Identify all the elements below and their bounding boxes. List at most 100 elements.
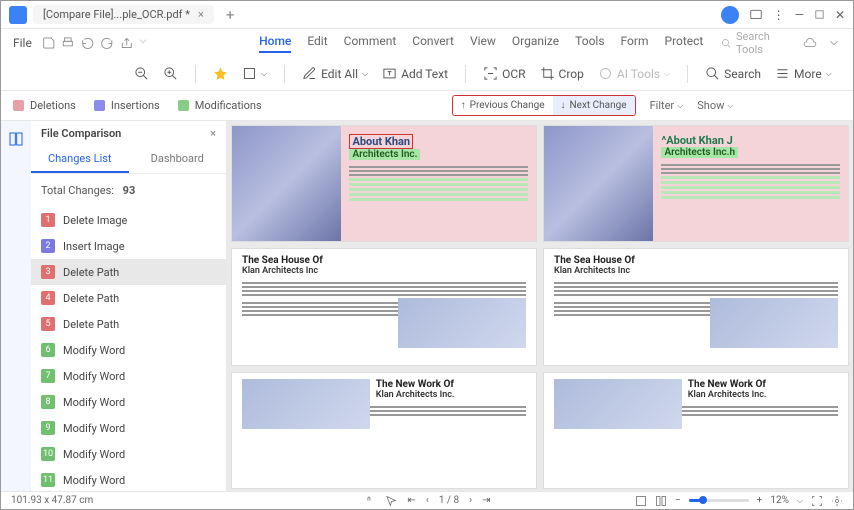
change-number: 11 xyxy=(41,473,55,487)
crop-button[interactable]: Crop xyxy=(537,63,587,84)
collapse-icon[interactable] xyxy=(827,36,841,50)
file-menu[interactable]: File xyxy=(13,36,32,50)
change-row[interactable]: 4 Delete Path xyxy=(31,285,226,311)
next-change-button[interactable]: ↓Next Change xyxy=(553,96,635,115)
view-mode-icon[interactable] xyxy=(635,495,647,507)
document-tab-label: [Compare File]...ple_OCR.pdf * xyxy=(43,8,190,21)
search-icon xyxy=(721,38,732,49)
add-text-button[interactable]: Add Text xyxy=(379,63,451,84)
previous-change-button[interactable]: ↑Previous Change xyxy=(453,96,553,115)
compare-icon[interactable] xyxy=(8,131,24,147)
page-left-3[interactable]: The New Work Of Klan Architects Inc. xyxy=(231,372,537,489)
change-number: 8 xyxy=(41,395,55,409)
statusbar: 101.93 x 47.87 cm ⇤ ‹ 1 / 8 › ⇥ − + 12%⌵ xyxy=(1,491,853,509)
highlight-button[interactable] xyxy=(210,63,231,84)
minimize-button[interactable]: — xyxy=(795,8,804,22)
new-tab-button[interactable]: + xyxy=(226,6,235,24)
last-page-icon[interactable]: ⇥ xyxy=(482,495,490,506)
change-label: Modify Word xyxy=(63,422,125,435)
fit-icon[interactable] xyxy=(655,495,667,507)
change-row[interactable]: 7Modify Word xyxy=(31,363,226,389)
share-icon[interactable] xyxy=(120,36,134,50)
total-changes: Total Changes: 93 xyxy=(31,174,226,207)
tab-comment[interactable]: Comment xyxy=(344,34,397,53)
page-indicator[interactable]: 1 / 8 xyxy=(439,495,459,506)
shape-button[interactable]: ⌵ xyxy=(239,63,270,84)
hand-icon[interactable] xyxy=(363,495,375,507)
maximize-button[interactable] xyxy=(814,9,825,20)
tab-edit[interactable]: Edit xyxy=(307,34,327,53)
change-row[interactable]: 2Insert Image xyxy=(31,233,226,259)
change-row[interactable]: 3Delete Path xyxy=(31,259,226,285)
page-left-2[interactable]: The Sea House Of Klan Architects Inc xyxy=(231,248,537,365)
zoom-out-button[interactable] xyxy=(131,63,152,84)
page-right-1[interactable]: ^About Khan J Architects Inc.h xyxy=(543,125,849,242)
prev-page-icon[interactable]: ‹ xyxy=(426,495,429,506)
save-icon[interactable] xyxy=(42,36,56,50)
first-page-icon[interactable]: ⇤ xyxy=(407,495,415,506)
legend-insertions: Insertions xyxy=(94,99,160,112)
zoom-out-icon[interactable]: − xyxy=(675,495,681,506)
change-row[interactable]: 5Delete Path xyxy=(31,311,226,337)
next-page-icon[interactable]: › xyxy=(469,495,472,506)
zoom-in-icon[interactable]: + xyxy=(757,495,763,506)
show-dropdown[interactable]: Show⌵ xyxy=(697,99,733,112)
change-label: Modify Word xyxy=(63,344,125,357)
arrow-down-icon: ↓ xyxy=(561,100,566,111)
tab-changes-list[interactable]: Changes List xyxy=(31,146,129,173)
user-avatar[interactable] xyxy=(721,6,739,24)
menu-chevron[interactable]: ⌵ xyxy=(140,36,154,50)
filterbar: Deletions Insertions Modifications ↑Prev… xyxy=(1,91,853,121)
tab-protect[interactable]: Protect xyxy=(665,34,704,53)
cloud-icon[interactable] xyxy=(803,36,817,50)
document-tab[interactable]: [Compare File]...ple_OCR.pdf * × xyxy=(33,5,214,24)
page-left-1[interactable]: About Khan Architects Inc. xyxy=(231,125,537,242)
panel-tabs: Changes List Dashboard xyxy=(31,146,226,174)
panel-close-icon[interactable]: × xyxy=(210,127,216,140)
tab-organize[interactable]: Organize xyxy=(512,34,559,53)
chat-icon[interactable] xyxy=(749,8,763,22)
document-view[interactable]: About Khan Architects Inc. ^About Khan J… xyxy=(227,121,853,493)
page-right-2[interactable]: The Sea House Of Klan Architects Inc xyxy=(543,248,849,365)
ai-tools-button[interactable]: AI Tools⌵ xyxy=(595,63,673,84)
close-tab-icon[interactable]: × xyxy=(198,8,204,21)
change-row[interactable]: 8 Modify Word xyxy=(31,389,226,415)
change-number: 4 xyxy=(41,291,55,305)
change-row[interactable]: 6 Modify Word xyxy=(31,337,226,363)
zoom-slider[interactable] xyxy=(689,499,749,502)
zoom-value[interactable]: 12% xyxy=(770,495,789,506)
change-number: 6 xyxy=(41,343,55,357)
edit-all-button[interactable]: Edit All⌵ xyxy=(299,63,371,84)
tab-dashboard[interactable]: Dashboard xyxy=(129,146,227,173)
ocr-button[interactable]: OCR xyxy=(480,63,528,84)
changes-list[interactable]: 1Delete Image2Insert Image3Delete Path4D… xyxy=(31,207,226,493)
kebab-icon[interactable]: ⋮ xyxy=(773,8,785,22)
fullscreen-icon[interactable] xyxy=(811,495,823,507)
redo-icon[interactable] xyxy=(100,36,114,50)
zoom-in-button[interactable] xyxy=(160,63,181,84)
search-tools[interactable]: Search Tools xyxy=(721,30,797,56)
menubar: File ⌵ Home Edit Comment Convert View Or… xyxy=(1,29,853,57)
filter-dropdown[interactable]: Filter⌵ xyxy=(650,99,684,112)
change-label: Delete Path xyxy=(63,292,119,305)
print-icon[interactable] xyxy=(61,36,75,50)
tab-home[interactable]: Home xyxy=(259,34,291,53)
settings-icon[interactable] xyxy=(831,495,843,507)
page-right-3[interactable]: The New Work Of Klan Architects Inc. xyxy=(543,372,849,489)
change-row[interactable]: 11Modify Word xyxy=(31,467,226,493)
tab-tools[interactable]: Tools xyxy=(575,34,604,53)
select-icon[interactable] xyxy=(385,495,397,507)
tab-convert[interactable]: Convert xyxy=(412,34,454,53)
close-button[interactable]: ✕ xyxy=(835,8,845,22)
search-button[interactable]: Search xyxy=(702,63,764,84)
change-row[interactable]: 10Modify Word xyxy=(31,441,226,467)
tab-view[interactable]: View xyxy=(470,34,496,53)
change-label: Modify Word xyxy=(63,396,125,409)
tab-form[interactable]: Form xyxy=(621,34,649,53)
arrow-up-icon: ↑ xyxy=(461,100,466,111)
change-row[interactable]: 1Delete Image xyxy=(31,207,226,233)
change-label: Delete Image xyxy=(63,214,127,227)
more-button[interactable]: More⌵ xyxy=(772,63,835,84)
change-row[interactable]: 9Modify Word xyxy=(31,415,226,441)
undo-icon[interactable] xyxy=(81,36,95,50)
